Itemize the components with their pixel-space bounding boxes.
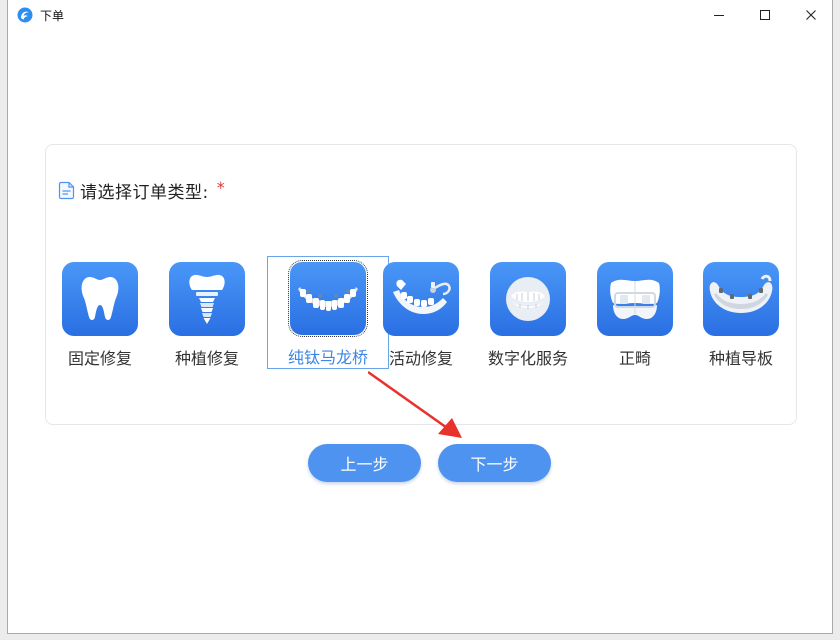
close-icon xyxy=(806,10,816,20)
order-type-label: 种植导板 xyxy=(708,349,773,368)
digital-smile-icon xyxy=(506,277,550,321)
next-step-button[interactable]: 下一步 xyxy=(438,444,551,482)
order-type-tile xyxy=(62,262,138,336)
minimize-button[interactable] xyxy=(696,0,742,30)
order-type-label: 固定修复 xyxy=(67,349,132,368)
order-type-tile xyxy=(597,262,673,336)
app-logo-icon xyxy=(17,7,33,23)
tooth-icon xyxy=(81,277,119,320)
order-type-tile xyxy=(288,260,368,337)
prev-step-button[interactable]: 上一步 xyxy=(308,444,421,482)
removable-denture-icon xyxy=(393,279,451,314)
order-type-label: 活动修复 xyxy=(388,349,453,368)
titanium-bridge-icon xyxy=(298,286,358,311)
order-type-label: 数字化服务 xyxy=(487,349,568,368)
order-type-tile xyxy=(703,262,779,336)
implant-guide-icon xyxy=(709,274,773,313)
order-type-label: 纯钛马龙桥 xyxy=(287,348,368,367)
order-type-implant-guide[interactable]: 种植导板 xyxy=(680,257,802,369)
order-type-implant-restoration[interactable]: 种植修复 xyxy=(146,257,268,369)
order-type-digital-service[interactable]: 数字化服务 xyxy=(467,257,589,369)
order-type-removable-restoration[interactable]: 活动修复 xyxy=(360,257,482,369)
annotation-arrow-icon xyxy=(368,370,462,438)
order-type-label: 正畸 xyxy=(618,349,651,368)
order-type-tile xyxy=(169,262,245,336)
minimize-icon xyxy=(714,15,724,16)
order-type-orthodontics[interactable]: 正畸 xyxy=(574,257,696,369)
window-title: 下单 xyxy=(40,9,65,23)
order-type-label: 种植修复 xyxy=(174,349,239,368)
maximize-icon xyxy=(760,10,770,20)
order-window: 下单 请选择订单类型: * 固定修复 种植修复 纯钛马龙桥 活动修复 数字化服务… xyxy=(7,0,833,634)
maximize-button[interactable] xyxy=(742,0,788,30)
order-type-tile xyxy=(383,262,459,336)
order-type-fixed-restoration[interactable]: 固定修复 xyxy=(39,257,161,369)
order-type-tile xyxy=(490,262,566,336)
orthodontic-brace-icon xyxy=(610,279,660,319)
close-button[interactable] xyxy=(788,0,834,30)
implant-icon xyxy=(189,274,225,324)
title-bar: 下单 xyxy=(8,0,832,30)
